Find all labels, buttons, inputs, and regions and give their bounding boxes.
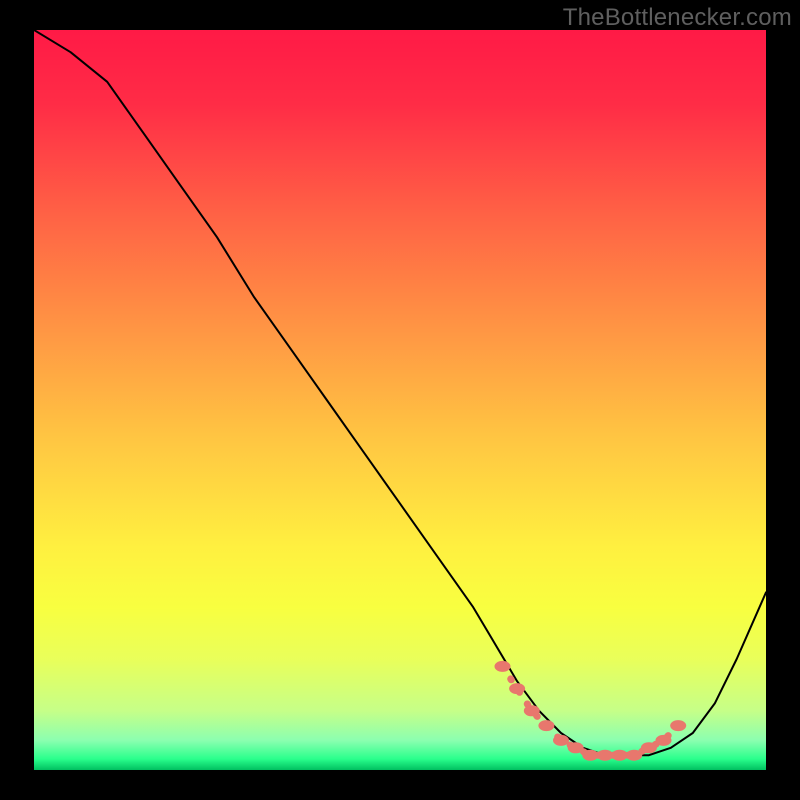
optimal-range-dot [495, 661, 511, 672]
optimal-range-dot [656, 735, 672, 746]
optimal-range-dot [582, 750, 598, 761]
optimal-range-dot [538, 720, 554, 731]
optimal-range-dot [670, 720, 686, 731]
optimal-range-dot [612, 750, 628, 761]
optimal-range-dot [641, 742, 657, 753]
optimal-range-dot [524, 705, 540, 716]
chart-svg [34, 30, 766, 770]
chart-plot-area [34, 30, 766, 770]
optimal-range-dot [626, 750, 642, 761]
optimal-range-dot [509, 683, 525, 694]
watermark-text: TheBottlenecker.com [563, 4, 792, 32]
gradient-background [34, 30, 766, 770]
optimal-range-dot [568, 742, 584, 753]
chart-root: TheBottlenecker.com [0, 0, 800, 800]
optimal-range-dot [553, 735, 569, 746]
optimal-range-dot [597, 750, 613, 761]
